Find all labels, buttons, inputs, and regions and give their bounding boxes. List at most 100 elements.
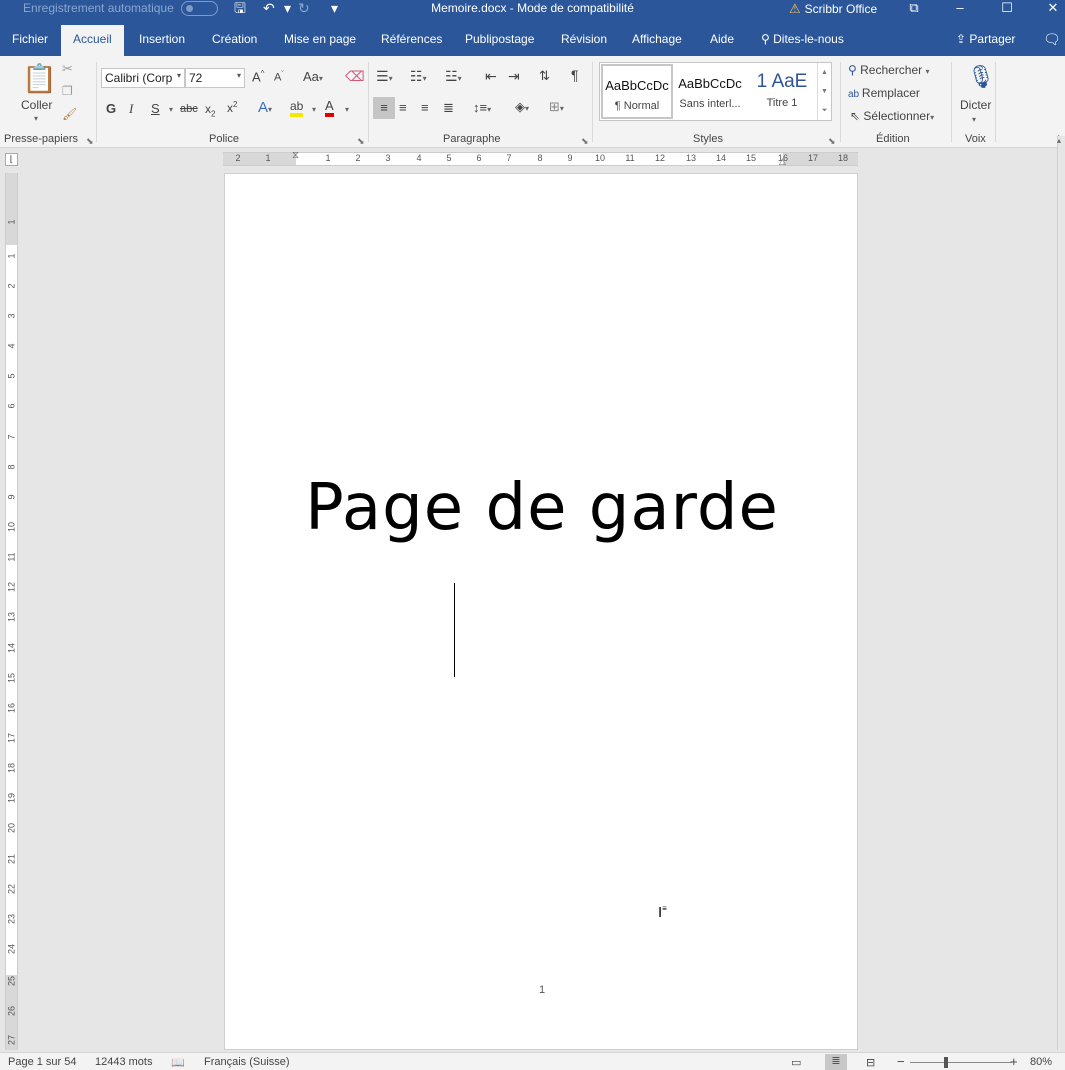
scribbr-addin[interactable]: ⚠ Scribbr Office [789,0,877,18]
ruler-tick-label: 23 [6,914,17,925]
zoom-level[interactable]: 80% [1030,1056,1052,1068]
share-button[interactable]: ⇪ Partager [956,32,1015,46]
tab-fichier[interactable]: Fichier [12,32,48,46]
group-separator [592,62,593,142]
font-name-dropdown-icon[interactable]: ▾ [177,71,181,80]
read-mode-icon[interactable]: ▭ [791,1056,801,1069]
styles-scroll[interactable]: ▲ ▼ ⏷ [817,63,831,120]
multilevel-list-icon[interactable]: ☳▾ [445,68,462,85]
paragraph-launcher-icon[interactable]: ⬊ [581,136,589,147]
vertical-scrollbar[interactable]: ▴ [1057,136,1065,1050]
horizontal-ruler[interactable]: 2 1 ⧖ △ 1 2 3 4 5 6 7 8 9 10 11 12 13 14… [223,150,858,166]
indent-marker-icon[interactable]: ⧖ [292,150,299,161]
microphone-icon[interactable]: 🎙 [967,64,995,90]
paste-dropdown-icon[interactable]: ▾ [34,114,38,123]
find-button[interactable]: ⚲ Rechercher ▾ [848,63,930,77]
font-launcher-icon[interactable]: ⬊ [357,136,365,147]
cut-icon[interactable]: ✂ [62,61,73,77]
replace-button[interactable]: ab Remplacer [848,86,920,100]
dictate-button[interactable]: Dicter [960,98,991,112]
clipboard-launcher-icon[interactable]: ⬊ [86,136,94,147]
underline-button[interactable]: S [151,101,160,116]
font-name-combo[interactable]: Calibri (Corp ▾ [101,68,185,88]
styles-launcher-icon[interactable]: ⬊ [828,136,836,147]
tab-revision[interactable]: Révision [561,32,607,46]
tell-me-search[interactable]: ⚲ Dites-le-nous [761,32,844,46]
underline-dropdown-icon[interactable]: ▾ [169,105,173,114]
zoom-in-icon[interactable]: + [1010,1054,1018,1069]
print-layout-icon[interactable]: ≣ [825,1054,847,1070]
bullets-icon[interactable]: ☰▾ [376,68,393,85]
dictate-dropdown-icon[interactable]: ▾ [972,115,976,124]
zoom-slider-thumb[interactable] [944,1057,948,1068]
paste-button[interactable]: Coller [21,98,52,112]
copy-icon[interactable]: ❐ [62,84,73,98]
clear-formatting-icon[interactable]: ⌫ [345,68,365,85]
ruler-tick-label: 16 [777,153,789,163]
comments-icon[interactable]: 🗨 [1043,31,1061,48]
style-heading-1[interactable]: 1 AaE Titre 1 [746,64,818,119]
web-layout-icon[interactable]: ⊟ [866,1056,875,1069]
font-size-combo[interactable]: 72 ▾ [185,68,245,88]
vertical-ruler[interactable]: 1 1 2 3 4 5 6 7 8 9 10 11 12 13 14 15 16… [5,173,18,1050]
close-icon[interactable]: ✕ [1038,0,1065,18]
proofing-icon[interactable]: 📖 [171,1056,185,1069]
tab-accueil[interactable]: Accueil [61,25,124,56]
highlight-icon[interactable]: ab [290,100,304,117]
more-styles-icon[interactable]: ⏷ [822,107,828,114]
chevron-up-icon[interactable]: ▴ [1057,136,1061,145]
ribbon-display-icon[interactable]: ⧉ [899,0,929,18]
document-page[interactable]: Page de garde I≡ 1 [224,173,858,1050]
language[interactable]: Français (Suisse) [204,1056,290,1068]
align-left-icon[interactable]: ≡ [373,97,395,119]
shading-icon[interactable]: ◈▾ [515,99,529,115]
change-case-icon[interactable]: Aa▾ [303,69,323,84]
tab-creation[interactable]: Création [212,32,257,46]
tab-publipostage[interactable]: Publipostage [465,32,534,46]
font-size-dropdown-icon[interactable]: ▾ [237,71,241,80]
minimize-icon[interactable]: – [945,0,975,18]
strikethrough-button[interactable]: abc [180,103,198,115]
word-count[interactable]: 12443 mots [95,1056,152,1068]
shrink-font-icon[interactable]: Aˇ [274,71,284,84]
tab-affichage[interactable]: Affichage [632,32,682,46]
highlight-dropdown-icon[interactable]: ▾ [312,105,316,114]
line-spacing-icon[interactable]: ↕≡▾ [473,100,491,115]
tab-selector[interactable]: ⌊ [5,153,18,166]
align-center-icon[interactable]: ≡ [399,100,407,115]
ruler-tick-label: 7 [6,434,17,440]
ruler-tick-label: 9 [6,494,17,500]
select-button[interactable]: ⇖ Sélectionner▾ [850,109,934,123]
align-right-icon[interactable]: ≡ [421,100,429,115]
increase-indent-icon[interactable]: ⇥ [508,68,520,85]
numbering-icon[interactable]: ☷▾ [410,68,427,85]
tab-mise-en-page[interactable]: Mise en page [284,32,356,46]
page-count[interactable]: Page 1 sur 54 [8,1056,77,1068]
font-color-dropdown-icon[interactable]: ▾ [345,105,349,114]
zoom-slider[interactable] [910,1062,1012,1063]
font-color-icon[interactable]: A [325,99,334,117]
maximize-icon[interactable]: ☐ [992,0,1022,18]
sort-icon[interactable]: ⇅ [539,68,550,84]
chevron-down-icon[interactable]: ▼ [821,88,828,95]
show-formatting-marks-icon[interactable]: ¶ [571,67,579,83]
style-normal[interactable]: AaBbCcDc ¶ Normal [601,64,673,119]
borders-icon[interactable]: ⊞▾ [549,99,564,115]
group-label-paragraph: Paragraphe [443,133,501,145]
zoom-out-icon[interactable]: − [897,1054,905,1069]
chevron-up-icon[interactable]: ▲ [821,69,828,76]
subscript-icon[interactable]: x2 [205,102,215,118]
format-painter-icon[interactable]: 🖌 [62,107,77,121]
tab-aide[interactable]: Aide [710,32,734,46]
grow-font-icon[interactable]: A^ [252,69,264,84]
decrease-indent-icon[interactable]: ⇤ [485,68,497,85]
superscript-icon[interactable]: x2 [227,100,237,115]
paste-icon[interactable]: 📋 [22,62,57,95]
italic-button[interactable]: I [129,101,133,117]
justify-icon[interactable]: ≣ [443,100,454,116]
style-no-spacing[interactable]: AaBbCcDc Sans interl... [674,64,746,119]
bold-button[interactable]: G [106,101,116,116]
tab-insertion[interactable]: Insertion [139,32,185,46]
tab-references[interactable]: Références [381,32,442,46]
text-effects-icon[interactable]: A▾ [258,99,272,116]
